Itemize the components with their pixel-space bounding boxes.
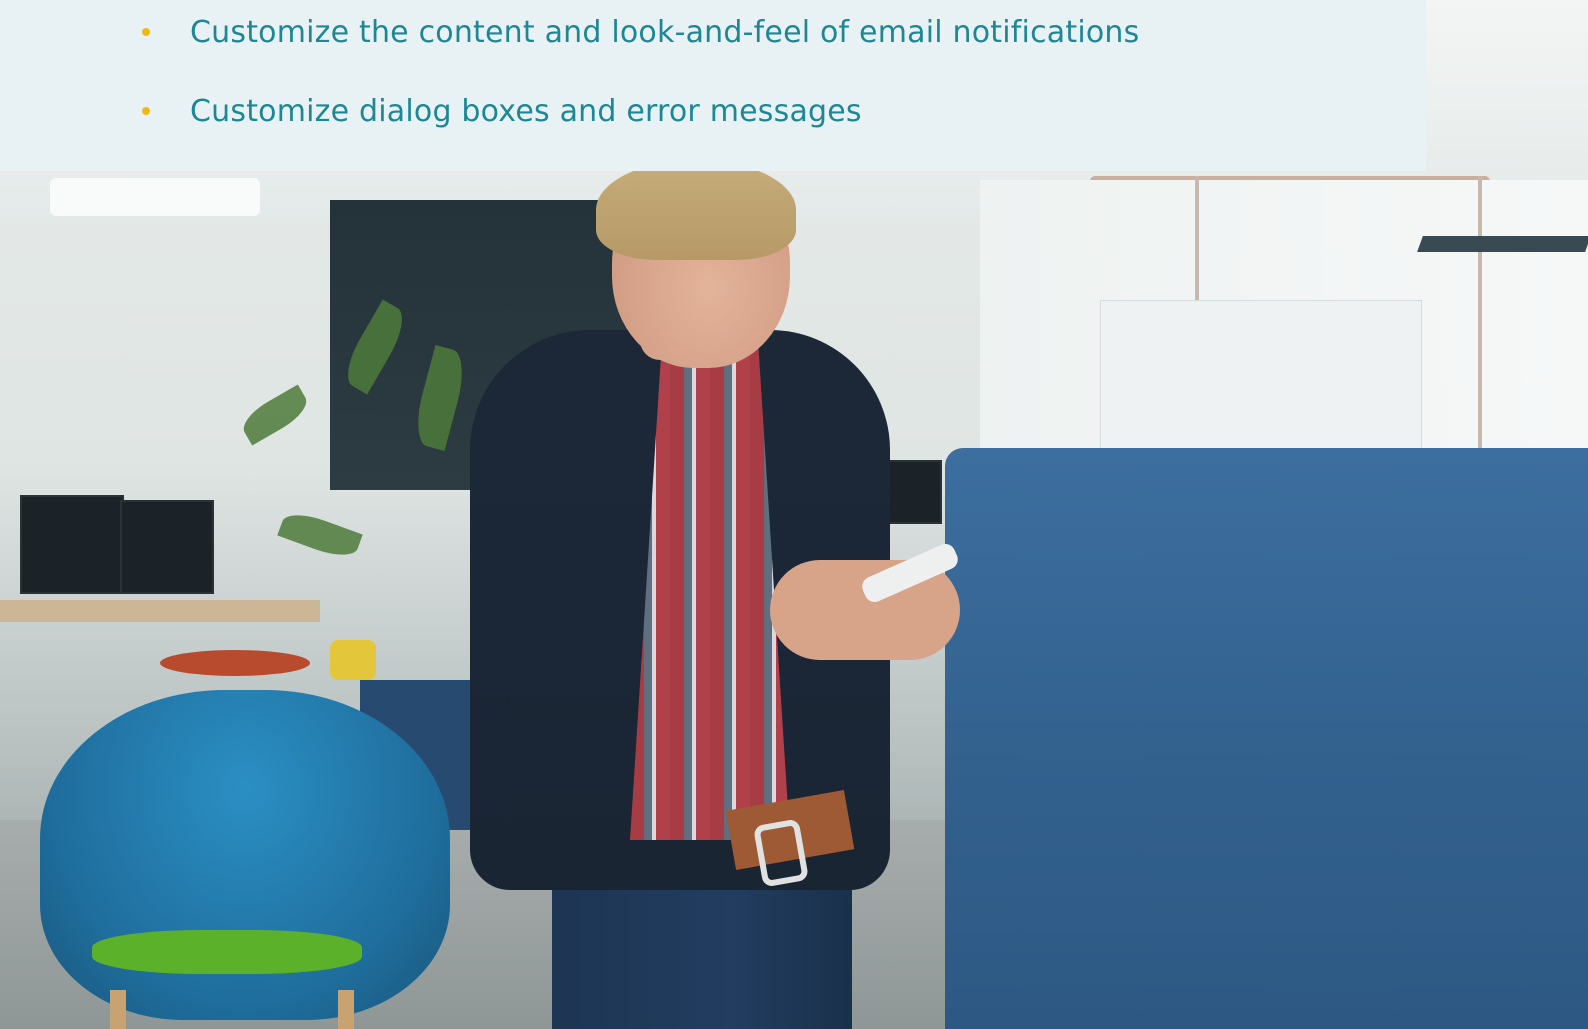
feature-list-panel: Customize the content and look-and-feel …	[0, 0, 1426, 171]
monitor	[20, 495, 124, 594]
plant	[277, 507, 363, 563]
list-item: Customize the content and look-and-feel …	[142, 12, 1139, 52]
chair-leg	[338, 990, 354, 1029]
wall-frame	[1478, 176, 1482, 456]
plant	[237, 384, 313, 446]
ceiling-light	[50, 178, 260, 216]
list-item-text: Customize the content and look-and-feel …	[190, 14, 1140, 50]
person-hair	[596, 160, 796, 260]
partition-panel	[945, 448, 1588, 1029]
plant-pot	[330, 640, 376, 680]
bullet-icon	[142, 28, 150, 36]
desk	[0, 600, 320, 622]
chair-cushion	[92, 930, 362, 974]
whiteboard	[1100, 300, 1422, 452]
list-item: Customize dialog boxes and error message…	[142, 91, 862, 131]
monitor	[120, 500, 214, 594]
list-item-text: Customize dialog boxes and error message…	[190, 93, 862, 129]
stool	[160, 650, 310, 676]
bullet-icon	[142, 107, 150, 115]
ceiling-lamp	[1417, 236, 1588, 252]
chair-leg	[110, 990, 126, 1029]
